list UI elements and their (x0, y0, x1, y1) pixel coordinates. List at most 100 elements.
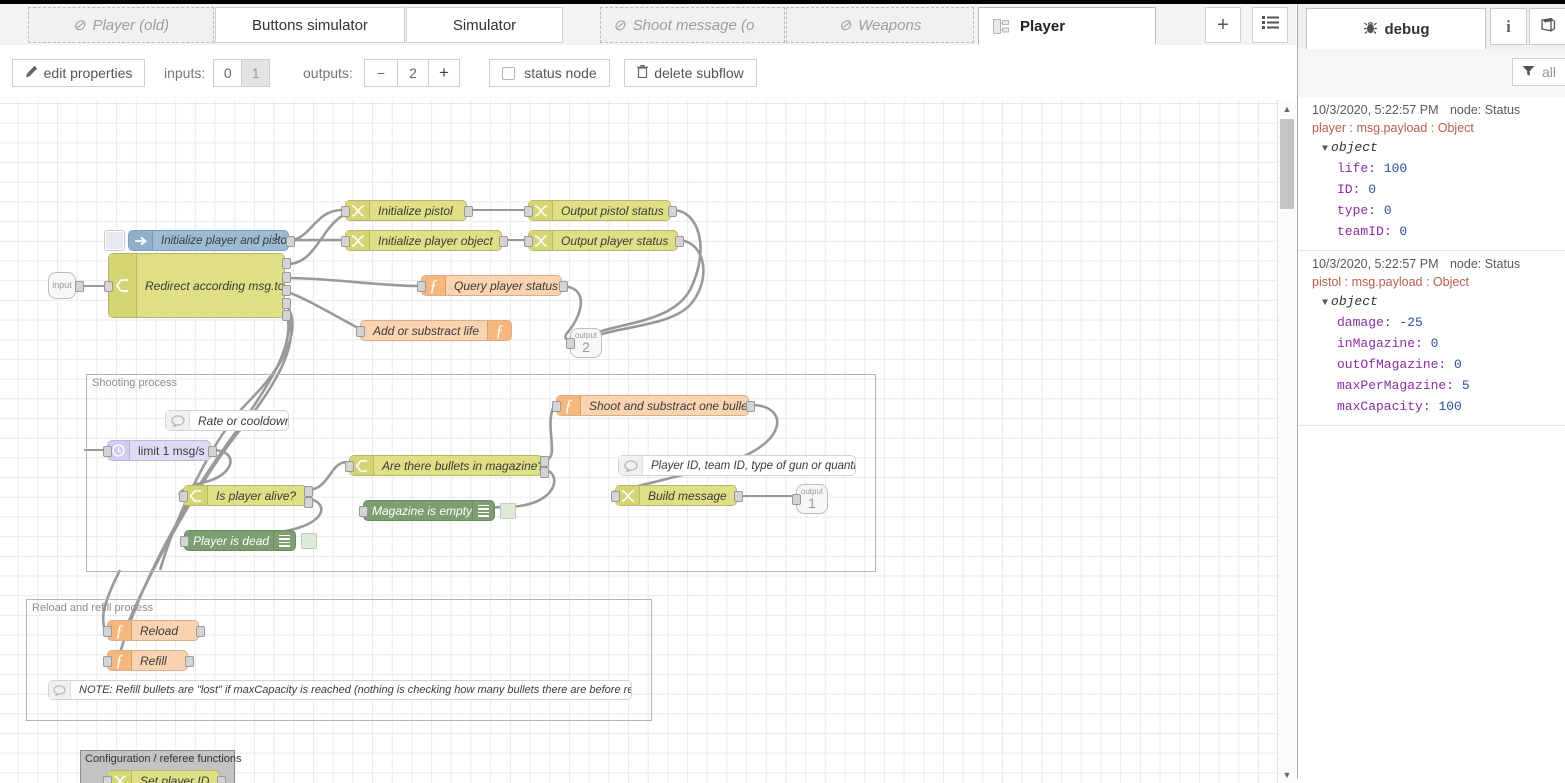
outputs-stepper[interactable]: − 2 + (364, 59, 460, 87)
port-output[interactable] (675, 236, 684, 247)
node-shoot-and-substract-one-bullet[interactable]: ƒ Shoot and substract one bullet (556, 395, 749, 416)
port-input[interactable] (341, 206, 350, 217)
tab-shoot-message[interactable]: ⊘ Shoot message (o (600, 7, 785, 43)
port-output[interactable] (196, 626, 205, 637)
inputs-option-1[interactable]: 1 (241, 60, 269, 86)
node-output-player-status[interactable]: Output player status (528, 230, 678, 251)
node-build-message[interactable]: Build message (615, 485, 737, 506)
port-output[interactable] (559, 281, 568, 292)
debug-message[interactable]: 10/3/2020, 5:22:57 PM node: Status playe… (1298, 97, 1565, 251)
port-output[interactable] (668, 206, 677, 217)
port-input[interactable] (359, 506, 368, 517)
debug-filter-button[interactable]: all (1512, 58, 1565, 86)
debug-object-root[interactable]: ▼object (1322, 294, 1560, 309)
port-input[interactable] (792, 494, 801, 505)
canvas-vertical-scroll-thumb[interactable] (1280, 119, 1294, 209)
debug-message-list[interactable]: 10/3/2020, 5:22:57 PM node: Status playe… (1298, 97, 1565, 779)
port-output[interactable] (75, 281, 84, 292)
checkbox-icon[interactable] (502, 67, 515, 80)
port-output[interactable] (734, 491, 743, 502)
inputs-option-0[interactable]: 0 (214, 60, 241, 86)
port-input[interactable] (356, 326, 365, 337)
port-input[interactable] (103, 776, 112, 783)
scroll-down-icon[interactable]: ▼ (1278, 766, 1296, 783)
port-input[interactable] (417, 281, 426, 292)
port-input[interactable] (103, 626, 112, 637)
port-output[interactable] (286, 236, 295, 247)
debug-object-root[interactable]: ▼object (1322, 140, 1560, 155)
flow-canvas[interactable]: Shooting process Reload and refill proce… (0, 100, 1278, 783)
node-redirect-according-msg-topic[interactable]: Redirect according msg.topic (108, 253, 285, 318)
port-input[interactable] (611, 491, 620, 502)
tab-buttons-simulator[interactable]: Buttons simulator (215, 7, 405, 43)
node-output-pistol-status[interactable]: Output pistol status (528, 200, 671, 221)
tab-weapons[interactable]: ⊘ Weapons (786, 7, 974, 43)
tab-simulator[interactable]: Simulator (406, 7, 563, 43)
outputs-decrement-button[interactable]: − (365, 60, 397, 86)
port-output-2[interactable] (282, 285, 291, 296)
port-input[interactable] (524, 236, 533, 247)
port-input[interactable] (104, 281, 113, 292)
node-limit-1-msg-per-sec[interactable]: limit 1 msg/s (107, 440, 211, 461)
node-input[interactable]: input (48, 272, 76, 299)
port-output[interactable] (185, 656, 194, 667)
node-query-player-status[interactable]: ƒ Query player status (421, 275, 562, 296)
port-output[interactable] (464, 206, 473, 217)
debug-enable-toggle[interactable] (500, 503, 516, 519)
port-output-3[interactable] (282, 298, 291, 309)
port-input[interactable] (566, 338, 575, 349)
port-input[interactable] (345, 461, 354, 472)
add-flow-button[interactable]: + (1205, 7, 1241, 43)
port-input[interactable] (103, 656, 112, 667)
debug-message[interactable]: 10/3/2020, 5:22:57 PM node: Status pisto… (1298, 251, 1565, 426)
port-output-1[interactable] (304, 497, 313, 508)
flow-canvas-viewport[interactable]: Shooting process Reload and refill proce… (0, 100, 1296, 783)
port-output-0[interactable] (540, 456, 549, 467)
port-input[interactable] (552, 401, 561, 412)
collapse-caret-icon[interactable]: ▼ (1322, 298, 1328, 309)
node-initialize-player-object[interactable]: Initialize player object (345, 230, 502, 251)
port-output-4[interactable] (282, 310, 291, 321)
flow-list-button[interactable] (1252, 7, 1288, 43)
debug-enable-toggle[interactable] (301, 533, 317, 549)
port-input[interactable] (341, 236, 350, 247)
delete-subflow-button[interactable]: delete subflow (624, 59, 757, 87)
node-refill[interactable]: ƒ Refill (107, 650, 188, 671)
node-are-there-bullets-in-magazine[interactable]: Are there bullets in magazine? (349, 455, 543, 476)
scroll-up-icon[interactable]: ▲ (1278, 100, 1296, 117)
port-output-1[interactable] (540, 467, 549, 478)
sidebar-tab-debug[interactable]: debug (1306, 8, 1486, 49)
outputs-increment-button[interactable]: + (428, 60, 459, 86)
port-output[interactable] (746, 401, 755, 412)
node-output-1[interactable]: output 1 (796, 484, 828, 514)
inputs-stepper[interactable]: 0 1 (213, 59, 270, 87)
node-refill-note-comment[interactable]: NOTE: Refill bullets are "lost" if maxCa… (48, 680, 632, 700)
node-magazine-is-empty[interactable]: Magazine is empty (363, 500, 495, 521)
port-output[interactable] (217, 776, 226, 783)
node-player-team-gun-comment[interactable]: Player ID, team ID, type of gun or quant… (618, 455, 856, 476)
port-output[interactable] (208, 446, 217, 457)
sidebar-info-button[interactable]: i (1490, 8, 1527, 45)
edit-properties-button[interactable]: edit properties (12, 59, 145, 87)
port-input[interactable] (179, 491, 188, 502)
node-player-is-dead[interactable]: Player is dead (184, 530, 296, 551)
status-node-toggle[interactable]: status node (489, 59, 610, 87)
node-initialize-pistol[interactable]: Initialize pistol (345, 200, 467, 221)
node-rate-or-cooldown-comment[interactable]: Rate or cooldown (165, 410, 289, 431)
sidebar-help-button[interactable] (1529, 8, 1565, 45)
node-output-2[interactable]: output 2 (570, 328, 602, 358)
port-input[interactable] (524, 206, 533, 217)
port-input[interactable] (103, 446, 112, 457)
tab-player-old[interactable]: ⊘ Player (old) (28, 7, 214, 43)
node-initialize-player-and-pistol[interactable]: Initialize player and pistol 1 (128, 230, 289, 251)
node-set-player-id[interactable]: Set player ID (107, 770, 220, 783)
node-add-or-substract-life[interactable]: Add or substract life ƒ (360, 320, 512, 341)
node-reload[interactable]: ƒ Reload (107, 620, 199, 641)
port-output-0[interactable] (282, 258, 291, 269)
tab-player[interactable]: Player (978, 7, 1156, 45)
port-output-1[interactable] (282, 272, 291, 283)
port-output[interactable] (499, 236, 508, 247)
port-input[interactable] (180, 536, 189, 547)
node-is-player-alive[interactable]: Is player alive? (183, 485, 307, 506)
canvas-vertical-scrollbar[interactable]: ▲ ▼ (1277, 100, 1296, 783)
